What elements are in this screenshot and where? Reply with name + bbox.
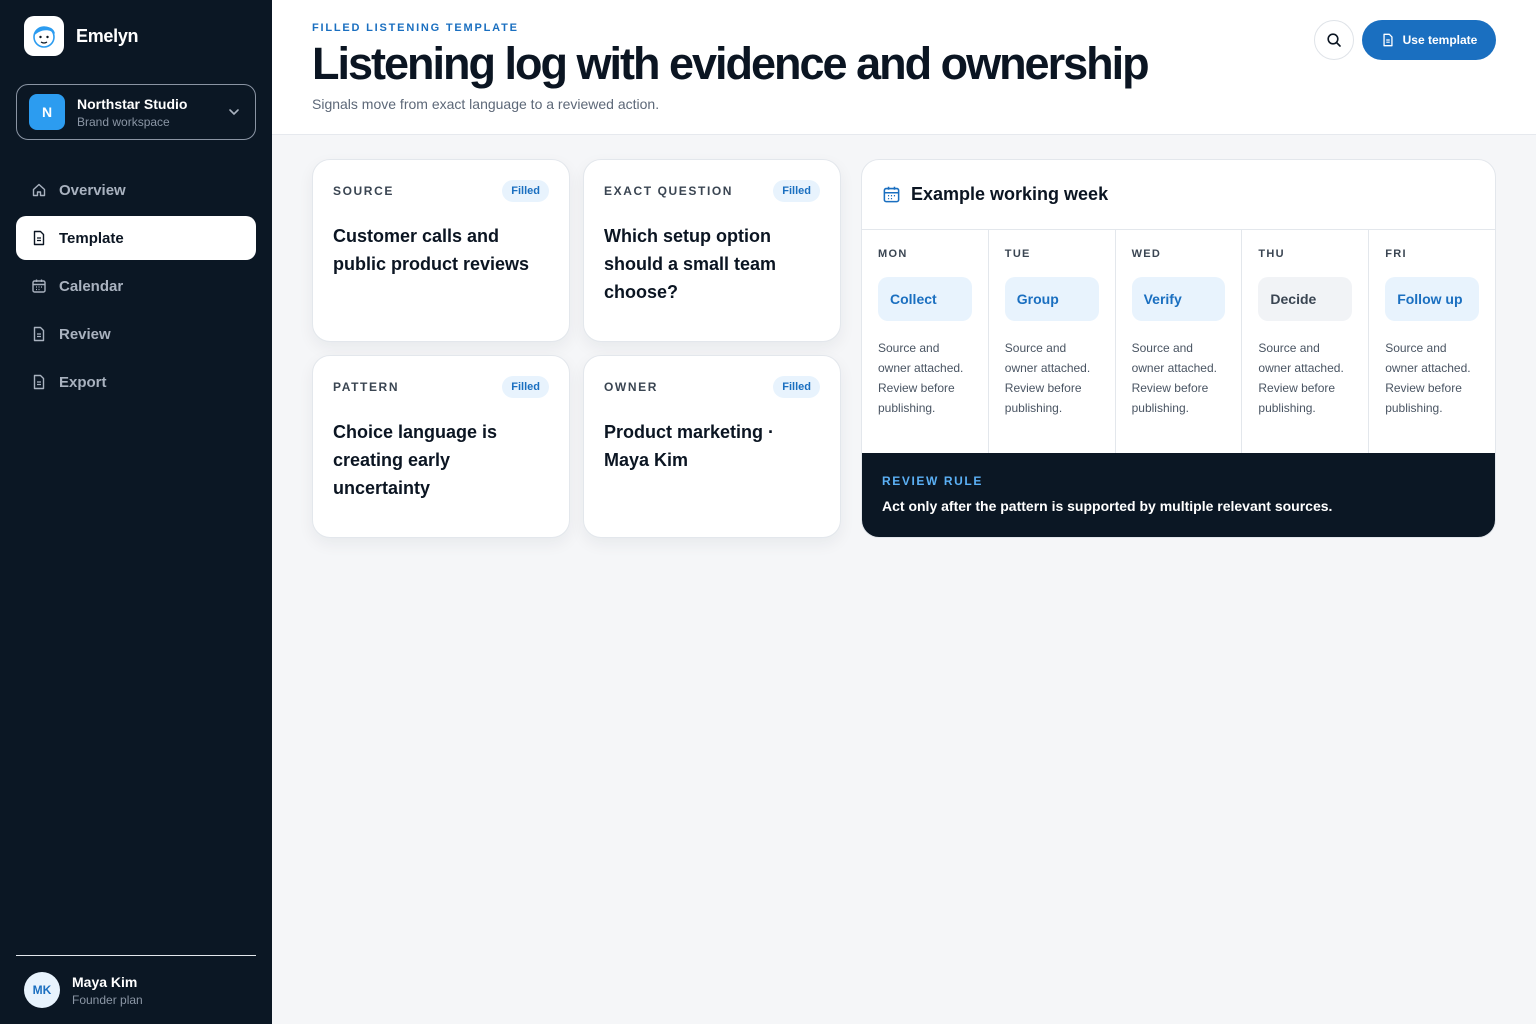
field-card-owner[interactable]: OWNER Filled Product marketing · Maya Ki…	[583, 355, 841, 538]
sidebar-item-export[interactable]: Export	[16, 360, 256, 404]
day-action-chip[interactable]: Decide	[1258, 277, 1353, 321]
day-note: Source and owner attached. Review before…	[1258, 341, 1344, 415]
working-week-title: Example working week	[911, 184, 1109, 204]
calendar-icon	[882, 185, 901, 204]
review-rule-label: REVIEW RULE	[882, 474, 983, 488]
day-label: MON	[878, 248, 908, 260]
day-label: FRI	[1385, 248, 1407, 260]
sidebar-item-label: Overview	[59, 181, 126, 199]
calendar-icon	[30, 277, 48, 295]
working-week-panel: Example working week MON Collect Source …	[861, 159, 1496, 538]
user-profile[interactable]: MK Maya Kim Founder plan	[24, 972, 143, 1008]
brand[interactable]: Emelyn	[24, 16, 139, 56]
page-header: FILLED LISTENING TEMPLATE Listening log …	[272, 0, 1536, 135]
day-note: Source and owner attached. Review before…	[1385, 341, 1471, 415]
review-rule-banner: REVIEW RULE Act only after the pattern i…	[862, 453, 1495, 537]
sidebar-item-label: Template	[59, 229, 124, 247]
use-template-label: Use template	[1402, 33, 1478, 47]
page-title: Listening log with evidence and ownershi…	[312, 38, 1150, 89]
sidebar-item-calendar[interactable]: Calendar	[16, 264, 256, 308]
day-label: TUE	[1004, 248, 1031, 260]
document-icon	[30, 325, 48, 343]
working-week-header: Example working week	[862, 160, 1495, 230]
day-action-chip[interactable]: Collect	[878, 277, 972, 321]
sidebar-item-template[interactable]: Template	[16, 216, 256, 260]
sidebar-item-label: Review	[59, 325, 111, 343]
workspace-switcher[interactable]: N Northstar Studio Brand workspace	[16, 84, 256, 140]
field-card-pattern[interactable]: PATTERN Filled Choice language is creati…	[312, 355, 570, 538]
brand-avatar-logo	[24, 16, 64, 56]
status-badge: Filled	[502, 376, 549, 398]
day-column-thu: THU Decide Source and owner attached. Re…	[1242, 230, 1370, 455]
home-icon	[30, 181, 48, 199]
search-button[interactable]	[1314, 20, 1354, 60]
day-column-mon: MON Collect Source and owner attached. R…	[862, 230, 989, 455]
day-note: Source and owner attached. Review before…	[878, 341, 964, 415]
app-name: Emelyn	[76, 25, 139, 46]
review-rule-text: Act only after the pattern is supported …	[882, 498, 1333, 514]
user-plan: Founder plan	[72, 992, 143, 1007]
day-action-chip[interactable]: Verify	[1131, 277, 1226, 321]
day-action-chip[interactable]: Follow up	[1385, 277, 1479, 321]
field-card-source[interactable]: SOURCE Filled Customer calls and public …	[312, 159, 570, 342]
day-note: Source and owner attached. Review before…	[1131, 341, 1217, 415]
day-label: WED	[1131, 248, 1162, 260]
page-subtitle: Signals move from exact language to a re…	[312, 96, 660, 112]
document-icon	[1381, 33, 1395, 47]
chevron-down-icon	[227, 105, 241, 124]
document-icon	[30, 229, 48, 247]
field-value: Customer calls and public product review…	[333, 226, 530, 274]
day-action-chip[interactable]: Group	[1004, 277, 1099, 321]
field-value: Which setup option should a small team c…	[604, 226, 777, 302]
search-icon	[1326, 32, 1342, 48]
user-name: Maya Kim	[72, 973, 138, 990]
sidebar-divider	[16, 955, 256, 956]
week-days: MON Collect Source and owner attached. R…	[862, 230, 1495, 455]
sidebar-item-overview[interactable]: Overview	[16, 168, 256, 212]
field-value: Choice language is creating early uncert…	[333, 422, 498, 498]
status-badge: Filled	[773, 376, 820, 398]
sidebar-item-label: Export	[59, 373, 107, 391]
field-value: Product marketing · Maya Kim	[604, 422, 775, 470]
workspace-name: Northstar Studio	[77, 95, 188, 112]
sidebar-item-label: Calendar	[59, 277, 124, 295]
day-note: Source and owner attached. Review before…	[1004, 341, 1091, 415]
document-icon	[30, 373, 48, 391]
day-label: THU	[1258, 248, 1285, 260]
use-template-button[interactable]: Use template	[1362, 20, 1496, 60]
day-column-fri: FRI Follow up Source and owner attached.…	[1369, 230, 1495, 455]
sidebar: Emelyn N Northstar Studio Brand workspac…	[0, 0, 272, 1024]
workspace-subtitle: Brand workspace	[77, 114, 170, 129]
sidebar-nav: Overview Template Calendar Review Export	[16, 168, 256, 408]
page-eyebrow: FILLED LISTENING TEMPLATE	[312, 22, 519, 34]
day-column-tue: TUE Group Source and owner attached. Rev…	[989, 230, 1116, 455]
status-badge: Filled	[773, 180, 820, 202]
workspace-avatar: N	[29, 94, 65, 130]
day-column-wed: WED Verify Source and owner attached. Re…	[1116, 230, 1243, 455]
sidebar-item-review[interactable]: Review	[16, 312, 256, 356]
field-card-exact-question[interactable]: EXACT QUESTION Filled Which setup option…	[583, 159, 841, 342]
status-badge: Filled	[502, 180, 549, 202]
avatar: MK	[24, 972, 60, 1008]
